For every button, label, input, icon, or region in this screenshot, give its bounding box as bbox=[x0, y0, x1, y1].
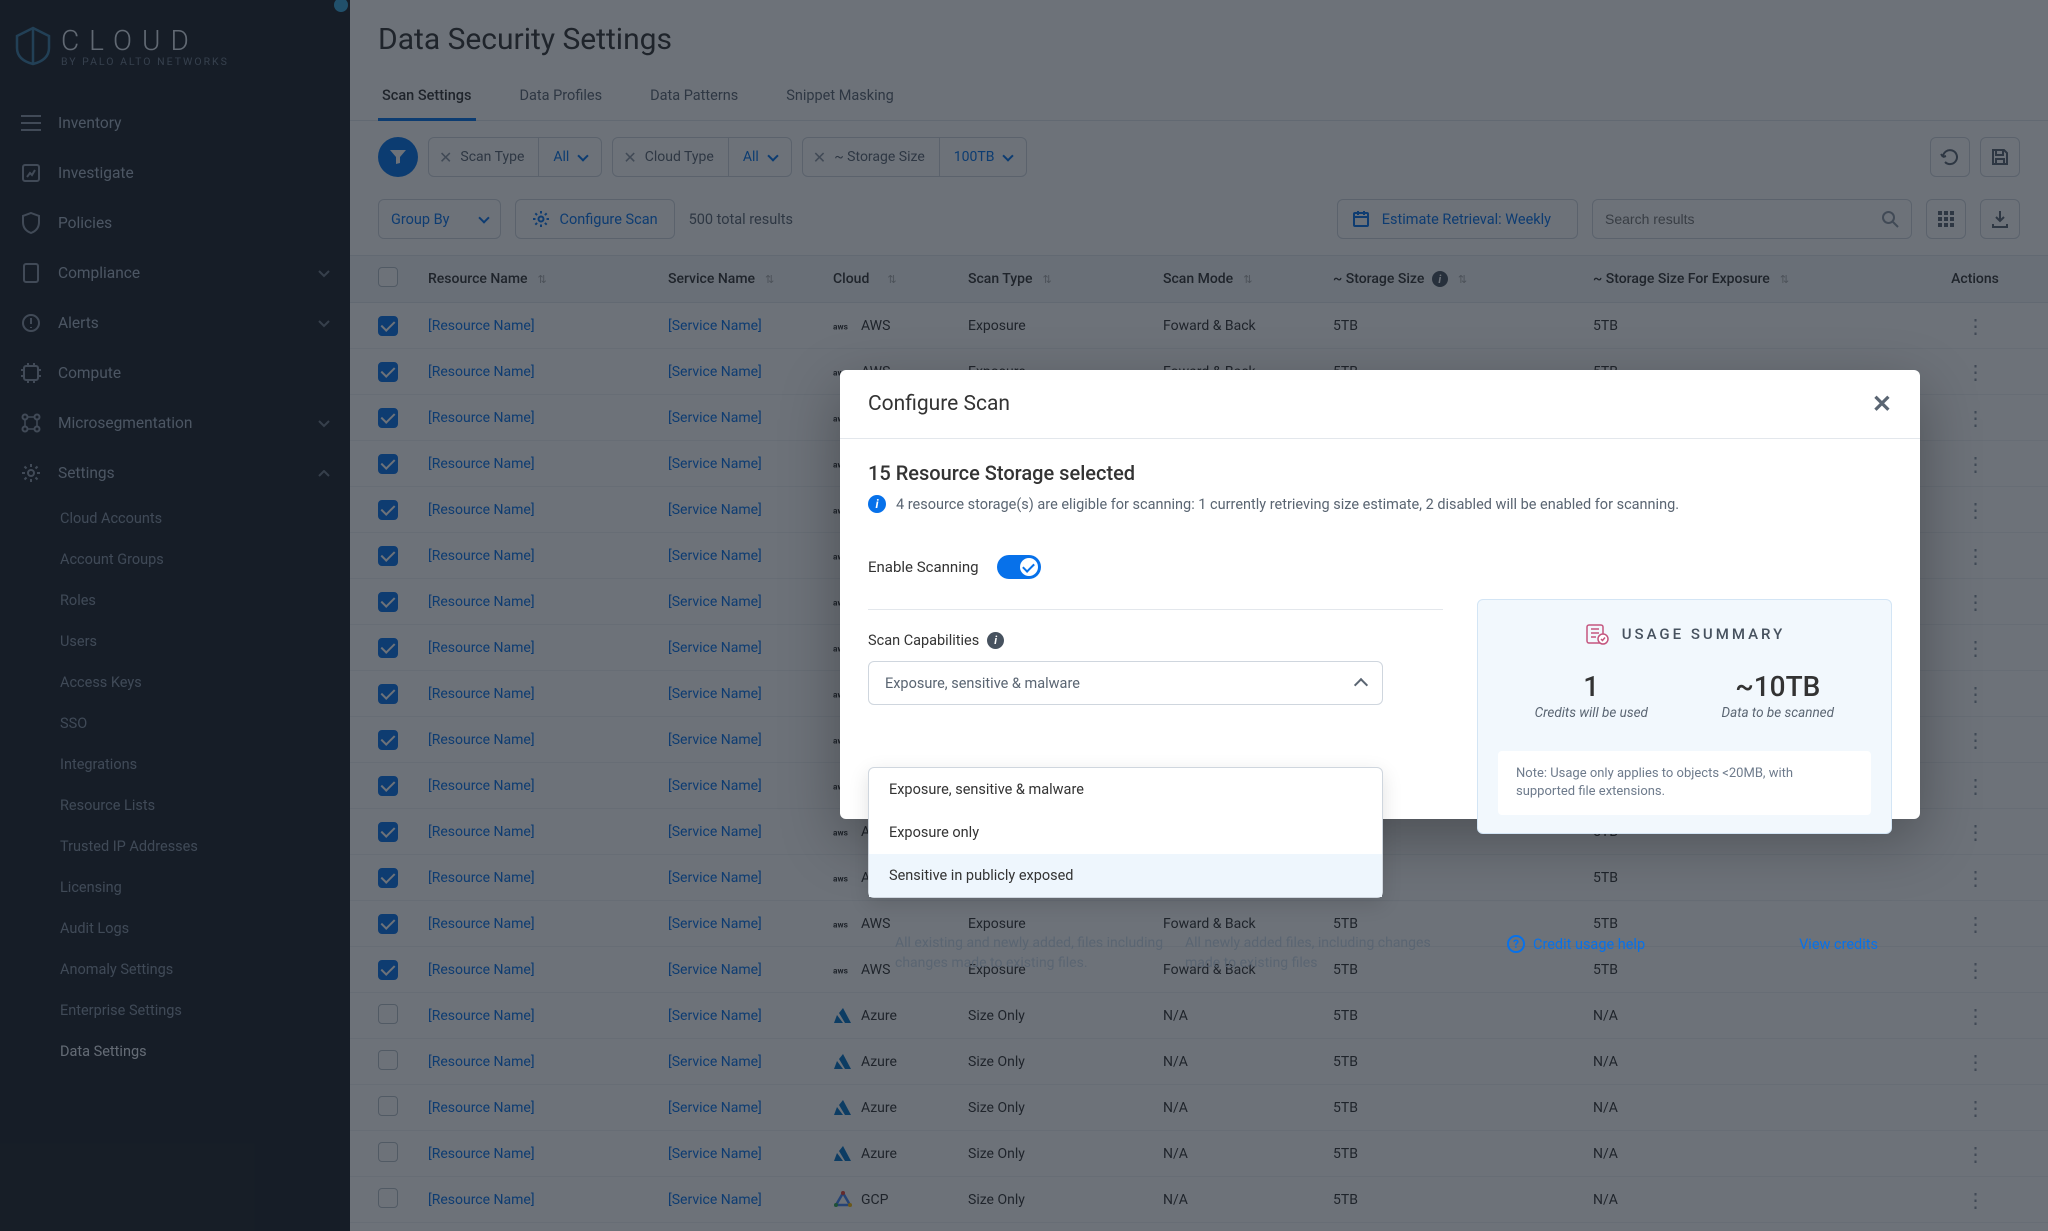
data-label: Data to be scanned bbox=[1685, 705, 1872, 721]
data-value: ~10TB bbox=[1685, 670, 1872, 703]
option-exposure-sensitive-malware[interactable]: Exposure, sensitive & malware bbox=[869, 768, 1382, 811]
modal-body: 15 Resource Storage selected i 4 resourc… bbox=[840, 439, 1920, 731]
credits-label: Credits will be used bbox=[1498, 705, 1685, 721]
info-text: 4 resource storage(s) are eligible for s… bbox=[896, 496, 1679, 513]
credits-value: 1 bbox=[1498, 670, 1685, 703]
desc-forward-back: All existing and newly added, files incl… bbox=[895, 933, 1165, 974]
usage-summary-box: USAGE SUMMARY 1 Credits will be used ~10… bbox=[1477, 599, 1892, 834]
usage-links: ?Credit usage help View credits bbox=[1477, 935, 1892, 953]
usage-stats: 1 Credits will be used ~10TB Data to be … bbox=[1498, 670, 1871, 721]
usage-title: USAGE SUMMARY bbox=[1498, 622, 1871, 646]
capabilities-select[interactable]: Exposure, sensitive & malware bbox=[868, 661, 1383, 705]
selection-title: 15 Resource Storage selected bbox=[868, 461, 1892, 485]
enable-scanning-row: Enable Scanning bbox=[868, 555, 1892, 579]
desc-forward-only: All newly added files, including changes… bbox=[1185, 933, 1455, 974]
help-icon: ? bbox=[1507, 935, 1525, 953]
modal-header: Configure Scan ✕ bbox=[840, 370, 1920, 439]
option-sensitive-publicly-exposed[interactable]: Sensitive in publicly exposed bbox=[869, 854, 1382, 897]
info-icon[interactable]: i bbox=[987, 632, 1004, 649]
enable-scanning-toggle[interactable] bbox=[997, 555, 1041, 579]
info-icon: i bbox=[868, 495, 886, 513]
option-exposure-only[interactable]: Exposure only bbox=[869, 811, 1382, 854]
configure-scan-modal: Configure Scan ✕ 15 Resource Storage sel… bbox=[840, 370, 1920, 819]
info-line: i 4 resource storage(s) are eligible for… bbox=[868, 495, 1892, 513]
select-value: Exposure, sensitive & malware bbox=[885, 675, 1080, 692]
divider bbox=[868, 609, 1443, 610]
enable-label: Enable Scanning bbox=[868, 558, 979, 576]
capabilities-dropdown-menu: Exposure, sensitive & malware Exposure o… bbox=[868, 767, 1383, 898]
credit-usage-help-link[interactable]: ?Credit usage help bbox=[1507, 935, 1645, 953]
usage-note: Note: Usage only applies to objects <20M… bbox=[1498, 751, 1871, 815]
close-button[interactable]: ✕ bbox=[1872, 390, 1892, 418]
clipboard-check-icon bbox=[1584, 622, 1610, 646]
mode-description: All existing and newly added, files incl… bbox=[895, 933, 1455, 974]
view-credits-link[interactable]: View credits bbox=[1799, 935, 1878, 953]
chevron-up-icon bbox=[1354, 678, 1368, 692]
modal-title: Configure Scan bbox=[868, 392, 1010, 416]
